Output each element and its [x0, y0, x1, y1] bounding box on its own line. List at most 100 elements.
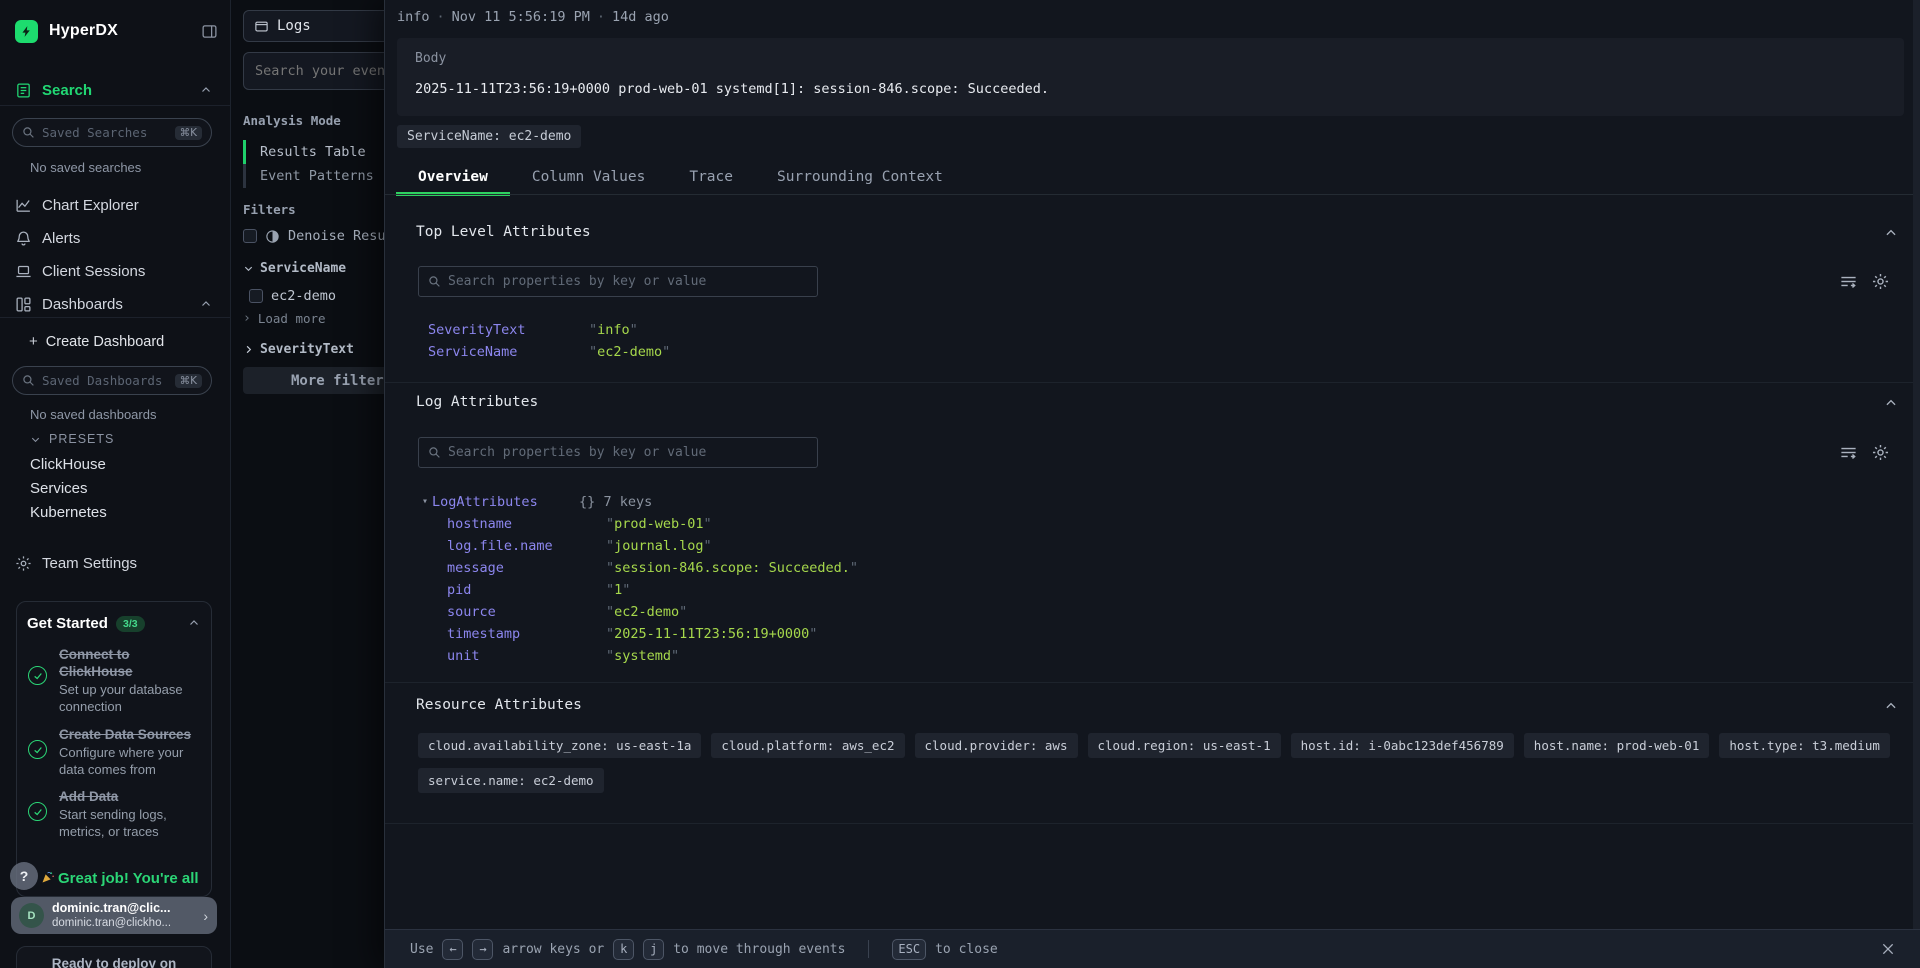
- attribute-value[interactable]: session-846.scope: Succeeded.: [606, 560, 858, 576]
- wrap-lines-icon[interactable]: [1839, 443, 1858, 462]
- arrow-right-key: →: [472, 939, 493, 960]
- log-attributes-search-input[interactable]: [448, 445, 808, 460]
- laptop-icon: [15, 263, 32, 280]
- sidebar-item-search[interactable]: Search: [0, 78, 230, 102]
- saved-searches-input[interactable]: ⌘K: [12, 118, 212, 147]
- attribute-key[interactable]: log.file.name: [447, 538, 606, 554]
- attribute-value[interactable]: 1: [606, 582, 630, 598]
- severity-text: info: [397, 9, 430, 25]
- section-divider: [385, 682, 1920, 683]
- resource-chip[interactable]: cloud.region: us-east-1: [1088, 733, 1281, 758]
- gear-icon[interactable]: [1871, 272, 1890, 291]
- get-started-done-message: Great job! You're all: [58, 870, 212, 887]
- preset-kubernetes[interactable]: Kubernetes: [30, 504, 107, 521]
- attribute-value[interactable]: info: [589, 322, 638, 338]
- chevron-down-icon: [243, 263, 254, 274]
- chevron-up-icon[interactable]: [200, 84, 212, 96]
- caret-down-icon[interactable]: ▾: [422, 496, 428, 507]
- sidebar-item-chart-explorer[interactable]: Chart Explorer: [0, 193, 230, 217]
- sidebar-item-dashboards[interactable]: Dashboards: [0, 292, 230, 316]
- load-more-toggle[interactable]: › Load more: [243, 311, 326, 326]
- tab-column-values[interactable]: Column Values: [510, 160, 668, 194]
- saved-dashboards-input[interactable]: ⌘K: [12, 366, 212, 395]
- user-menu[interactable]: D dominic.tran@clic... dominic.tran@clic…: [11, 897, 217, 934]
- attribute-key[interactable]: hostname: [447, 516, 606, 532]
- tab-surrounding-context[interactable]: Surrounding Context: [755, 160, 965, 194]
- chevron-up-icon[interactable]: [1884, 699, 1898, 713]
- resource-chip[interactable]: cloud.provider: aws: [915, 733, 1078, 758]
- preset-clickhouse[interactable]: ClickHouse: [30, 456, 106, 473]
- attribute-row: log.file.namejournal.log: [447, 538, 712, 554]
- resource-chip[interactable]: host.type: t3.medium: [1719, 733, 1890, 758]
- help-button[interactable]: ?: [10, 862, 38, 890]
- attribute-key[interactable]: SeverityText: [428, 322, 589, 338]
- sidebar-item-team-settings[interactable]: Team Settings: [0, 551, 230, 575]
- chevron-up-icon[interactable]: [200, 298, 212, 310]
- attribute-key[interactable]: timestamp: [447, 626, 606, 642]
- sidebar: HyperDX Search ⌘K No saved searches: [0, 0, 230, 968]
- top-level-search-box[interactable]: [418, 266, 818, 297]
- sidebar-item-alerts[interactable]: Alerts: [0, 226, 230, 250]
- attribute-key[interactable]: ServiceName: [428, 344, 589, 360]
- create-dashboard-button[interactable]: + Create Dashboard: [29, 333, 164, 350]
- get-started-progress-badge: 3/3: [116, 616, 145, 632]
- deploy-teaser-card[interactable]: Ready to deploy on: [16, 946, 212, 968]
- attribute-value[interactable]: ec2-demo: [589, 344, 670, 360]
- severitytext-group-toggle[interactable]: SeverityText: [243, 342, 354, 357]
- attribute-key[interactable]: message: [447, 560, 606, 576]
- ec2-demo-checkbox[interactable]: [249, 289, 263, 303]
- saved-dashboards-field[interactable]: [42, 373, 175, 388]
- log-attributes-search-box[interactable]: [418, 437, 818, 468]
- get-started-title: Get Started: [27, 615, 108, 632]
- resource-chip[interactable]: service.name: ec2-demo: [418, 768, 604, 793]
- attribute-value[interactable]: journal.log: [606, 538, 712, 554]
- resource-chip[interactable]: host.id: i-0abc123def456789: [1291, 733, 1514, 758]
- sidebar-collapse-icon[interactable]: [201, 23, 218, 40]
- wrap-lines-icon[interactable]: [1839, 272, 1858, 291]
- sidebar-item-client-sessions[interactable]: Client Sessions: [0, 259, 230, 283]
- get-started-step-title: Create Data Sources: [59, 726, 205, 743]
- event-search-input[interactable]: [255, 63, 395, 79]
- mode-results-table[interactable]: Results Table: [243, 140, 393, 164]
- attribute-value[interactable]: 2025-11-11T23:56:19+0000: [606, 626, 817, 642]
- gear-icon[interactable]: [1871, 443, 1890, 462]
- preset-services[interactable]: Services: [30, 480, 88, 497]
- chevron-up-icon[interactable]: [1884, 226, 1898, 240]
- attribute-key[interactable]: unit: [447, 648, 606, 664]
- attribute-key[interactable]: LogAttributes: [432, 494, 579, 510]
- tab-trace[interactable]: Trace: [667, 160, 755, 194]
- presets-toggle[interactable]: PRESETS: [30, 432, 114, 446]
- chevron-up-icon[interactable]: [188, 617, 200, 629]
- event-search-box[interactable]: [243, 52, 405, 90]
- servicename-tag-chip[interactable]: ServiceName: ec2-demo: [397, 125, 581, 148]
- resource-chip[interactable]: cloud.platform: aws_ec2: [711, 733, 904, 758]
- attribute-row: ServiceNameec2-demo: [428, 344, 670, 360]
- mode-event-patterns[interactable]: Event Patterns: [243, 164, 393, 188]
- top-level-search-input[interactable]: [448, 274, 808, 289]
- esc-key: ESC: [892, 939, 926, 960]
- attribute-value[interactable]: prod-web-01: [606, 516, 712, 532]
- servicename-group-toggle[interactable]: ServiceName: [243, 261, 346, 276]
- resource-chip[interactable]: cloud.availability_zone: us-east-1a: [418, 733, 701, 758]
- saved-searches-field[interactable]: [42, 125, 175, 140]
- shortcut-badge: ⌘K: [175, 374, 202, 388]
- source-selector-button[interactable]: Logs: [243, 10, 405, 42]
- deploy-teaser-text: Ready to deploy on: [17, 956, 211, 968]
- tab-overview[interactable]: Overview: [396, 160, 510, 194]
- chevron-up-icon[interactable]: [1884, 396, 1898, 410]
- chevron-right-icon: ›: [203, 908, 208, 924]
- denoise-checkbox[interactable]: [243, 229, 257, 243]
- log-body-text: 2025-11-11T23:56:19+0000 prod-web-01 sys…: [415, 81, 1886, 97]
- scrollbar[interactable]: [1913, 0, 1920, 929]
- close-icon[interactable]: [1880, 941, 1896, 957]
- get-started-step-title: Connect to ClickHouse: [59, 646, 205, 680]
- attribute-row: hostnameprod-web-01: [447, 516, 712, 532]
- attribute-value[interactable]: systemd: [606, 648, 679, 664]
- attribute-value[interactable]: ec2-demo: [606, 604, 687, 620]
- attribute-key[interactable]: source: [447, 604, 606, 620]
- no-saved-searches-note: No saved searches: [30, 160, 141, 175]
- servicename-option-row[interactable]: ec2-demo: [249, 288, 336, 304]
- brand-name: HyperDX: [49, 22, 118, 40]
- resource-chip[interactable]: host.name: prod-web-01: [1524, 733, 1710, 758]
- attribute-key[interactable]: pid: [447, 582, 606, 598]
